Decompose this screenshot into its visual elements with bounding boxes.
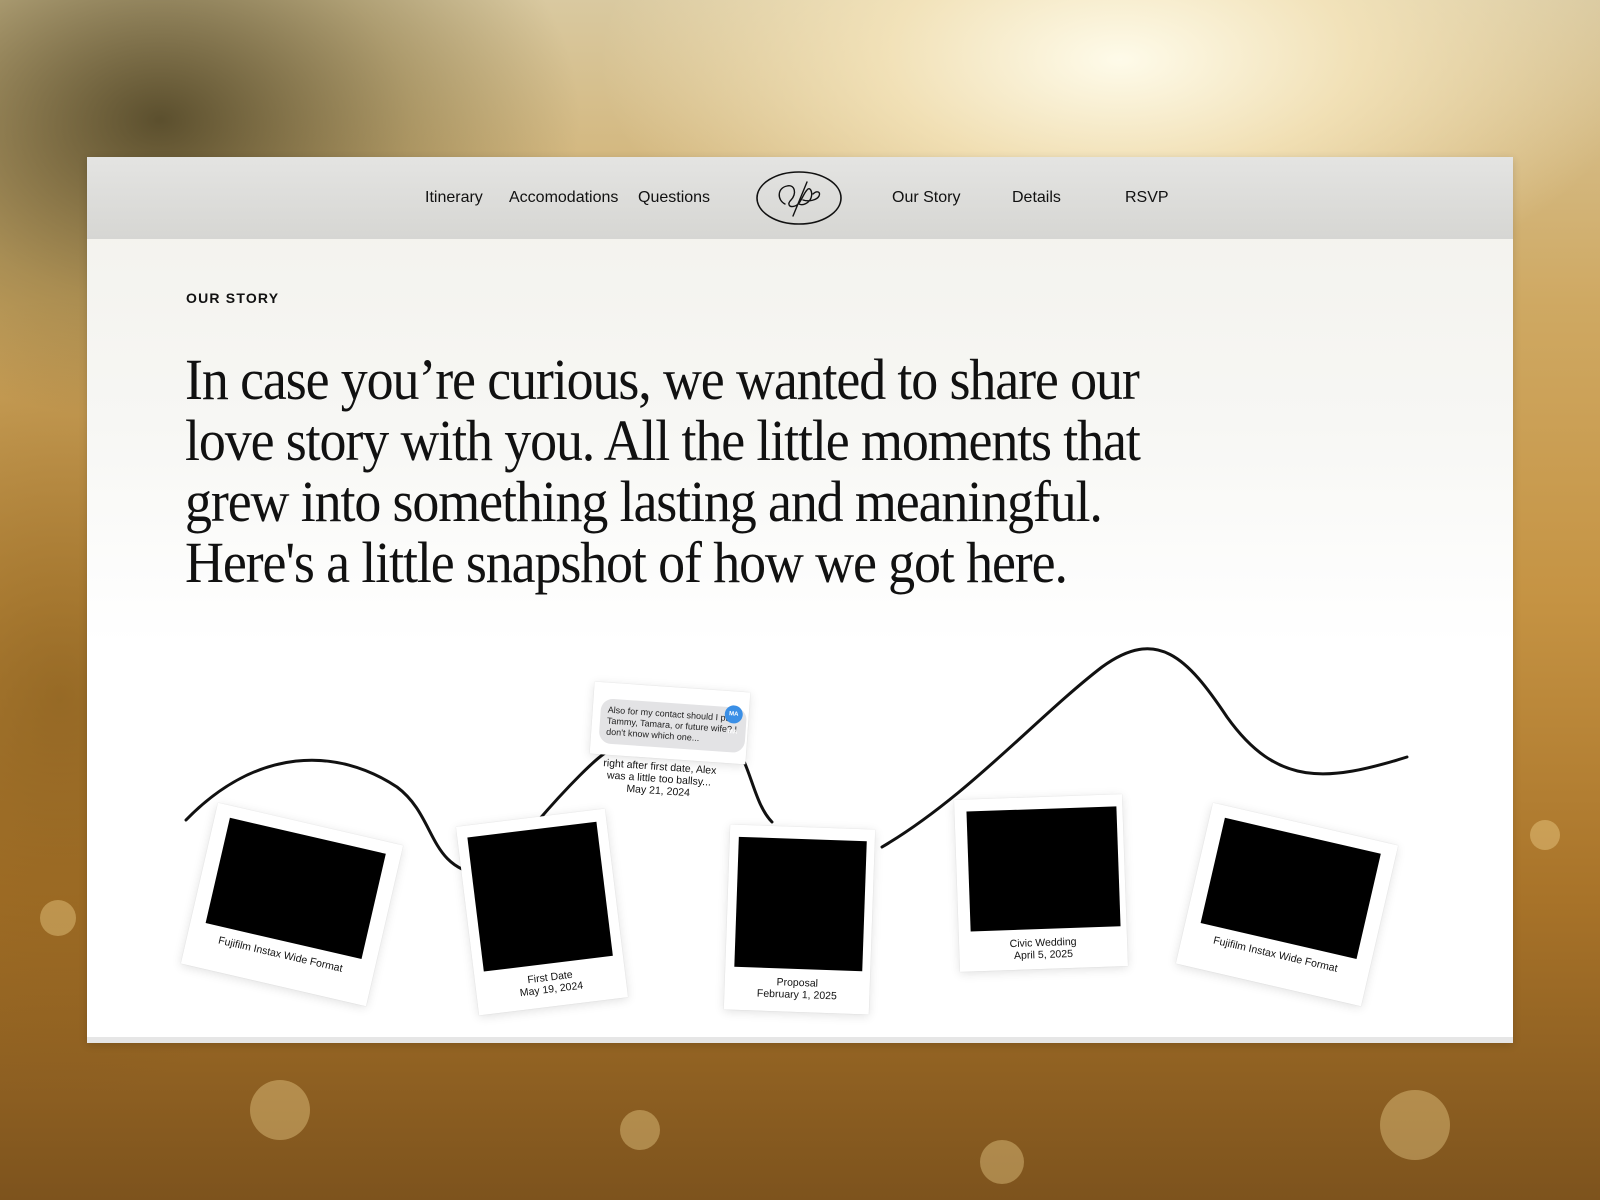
nav-link-our-story[interactable]: Our Story [892,189,960,207]
polaroid-photo[interactable]: Fujifilm Instax Wide Format [1175,802,1399,1007]
timeline-note: right after first date, Alex was a littl… [598,757,720,801]
polaroid-photo[interactable]: Civic Wedding April 5, 2025 [954,794,1128,972]
polaroid-photo[interactable]: Fujifilm Instax Wide Format [180,802,404,1007]
monogram-logo-icon[interactable] [755,170,843,226]
polaroid-photo[interactable]: Proposal February 1, 2025 [723,824,876,1015]
nav-link-questions[interactable]: Questions [638,189,710,207]
photo-placeholder [467,821,613,972]
section-eyebrow: OUR STORY [186,290,280,306]
bokeh-light [250,1080,310,1140]
nav-link-details[interactable]: Details [1012,189,1061,207]
polaroid-caption: Proposal February 1, 2025 [724,974,870,1003]
nav-link-itinerary[interactable]: Itinerary [425,189,483,207]
nav-link-rsvp[interactable]: RSVP [1125,189,1169,207]
message-bubble: Also for my contact should I put Tammy, … [598,698,748,754]
bokeh-light [980,1140,1024,1184]
bokeh-light [1530,820,1560,850]
photo-placeholder [734,836,867,972]
top-navigation: Itinerary Accomodations Questions Our St… [87,157,1513,239]
website-window: Itinerary Accomodations Questions Our St… [87,157,1513,1043]
bokeh-light [1380,1090,1450,1160]
photo-placeholder [966,806,1121,932]
polaroid-photo[interactable]: First Date May 19, 2024 [455,808,629,1016]
bokeh-light [620,1110,660,1150]
section-headline: In case you’re curious, we wanted to sha… [185,347,1141,595]
text-message-card[interactable]: Also for my contact should I put Tammy, … [589,681,751,765]
polaroid-caption: Civic Wedding April 5, 2025 [959,934,1128,964]
nav-link-accomodations[interactable]: Accomodations [509,189,618,207]
bokeh-light [40,900,76,936]
